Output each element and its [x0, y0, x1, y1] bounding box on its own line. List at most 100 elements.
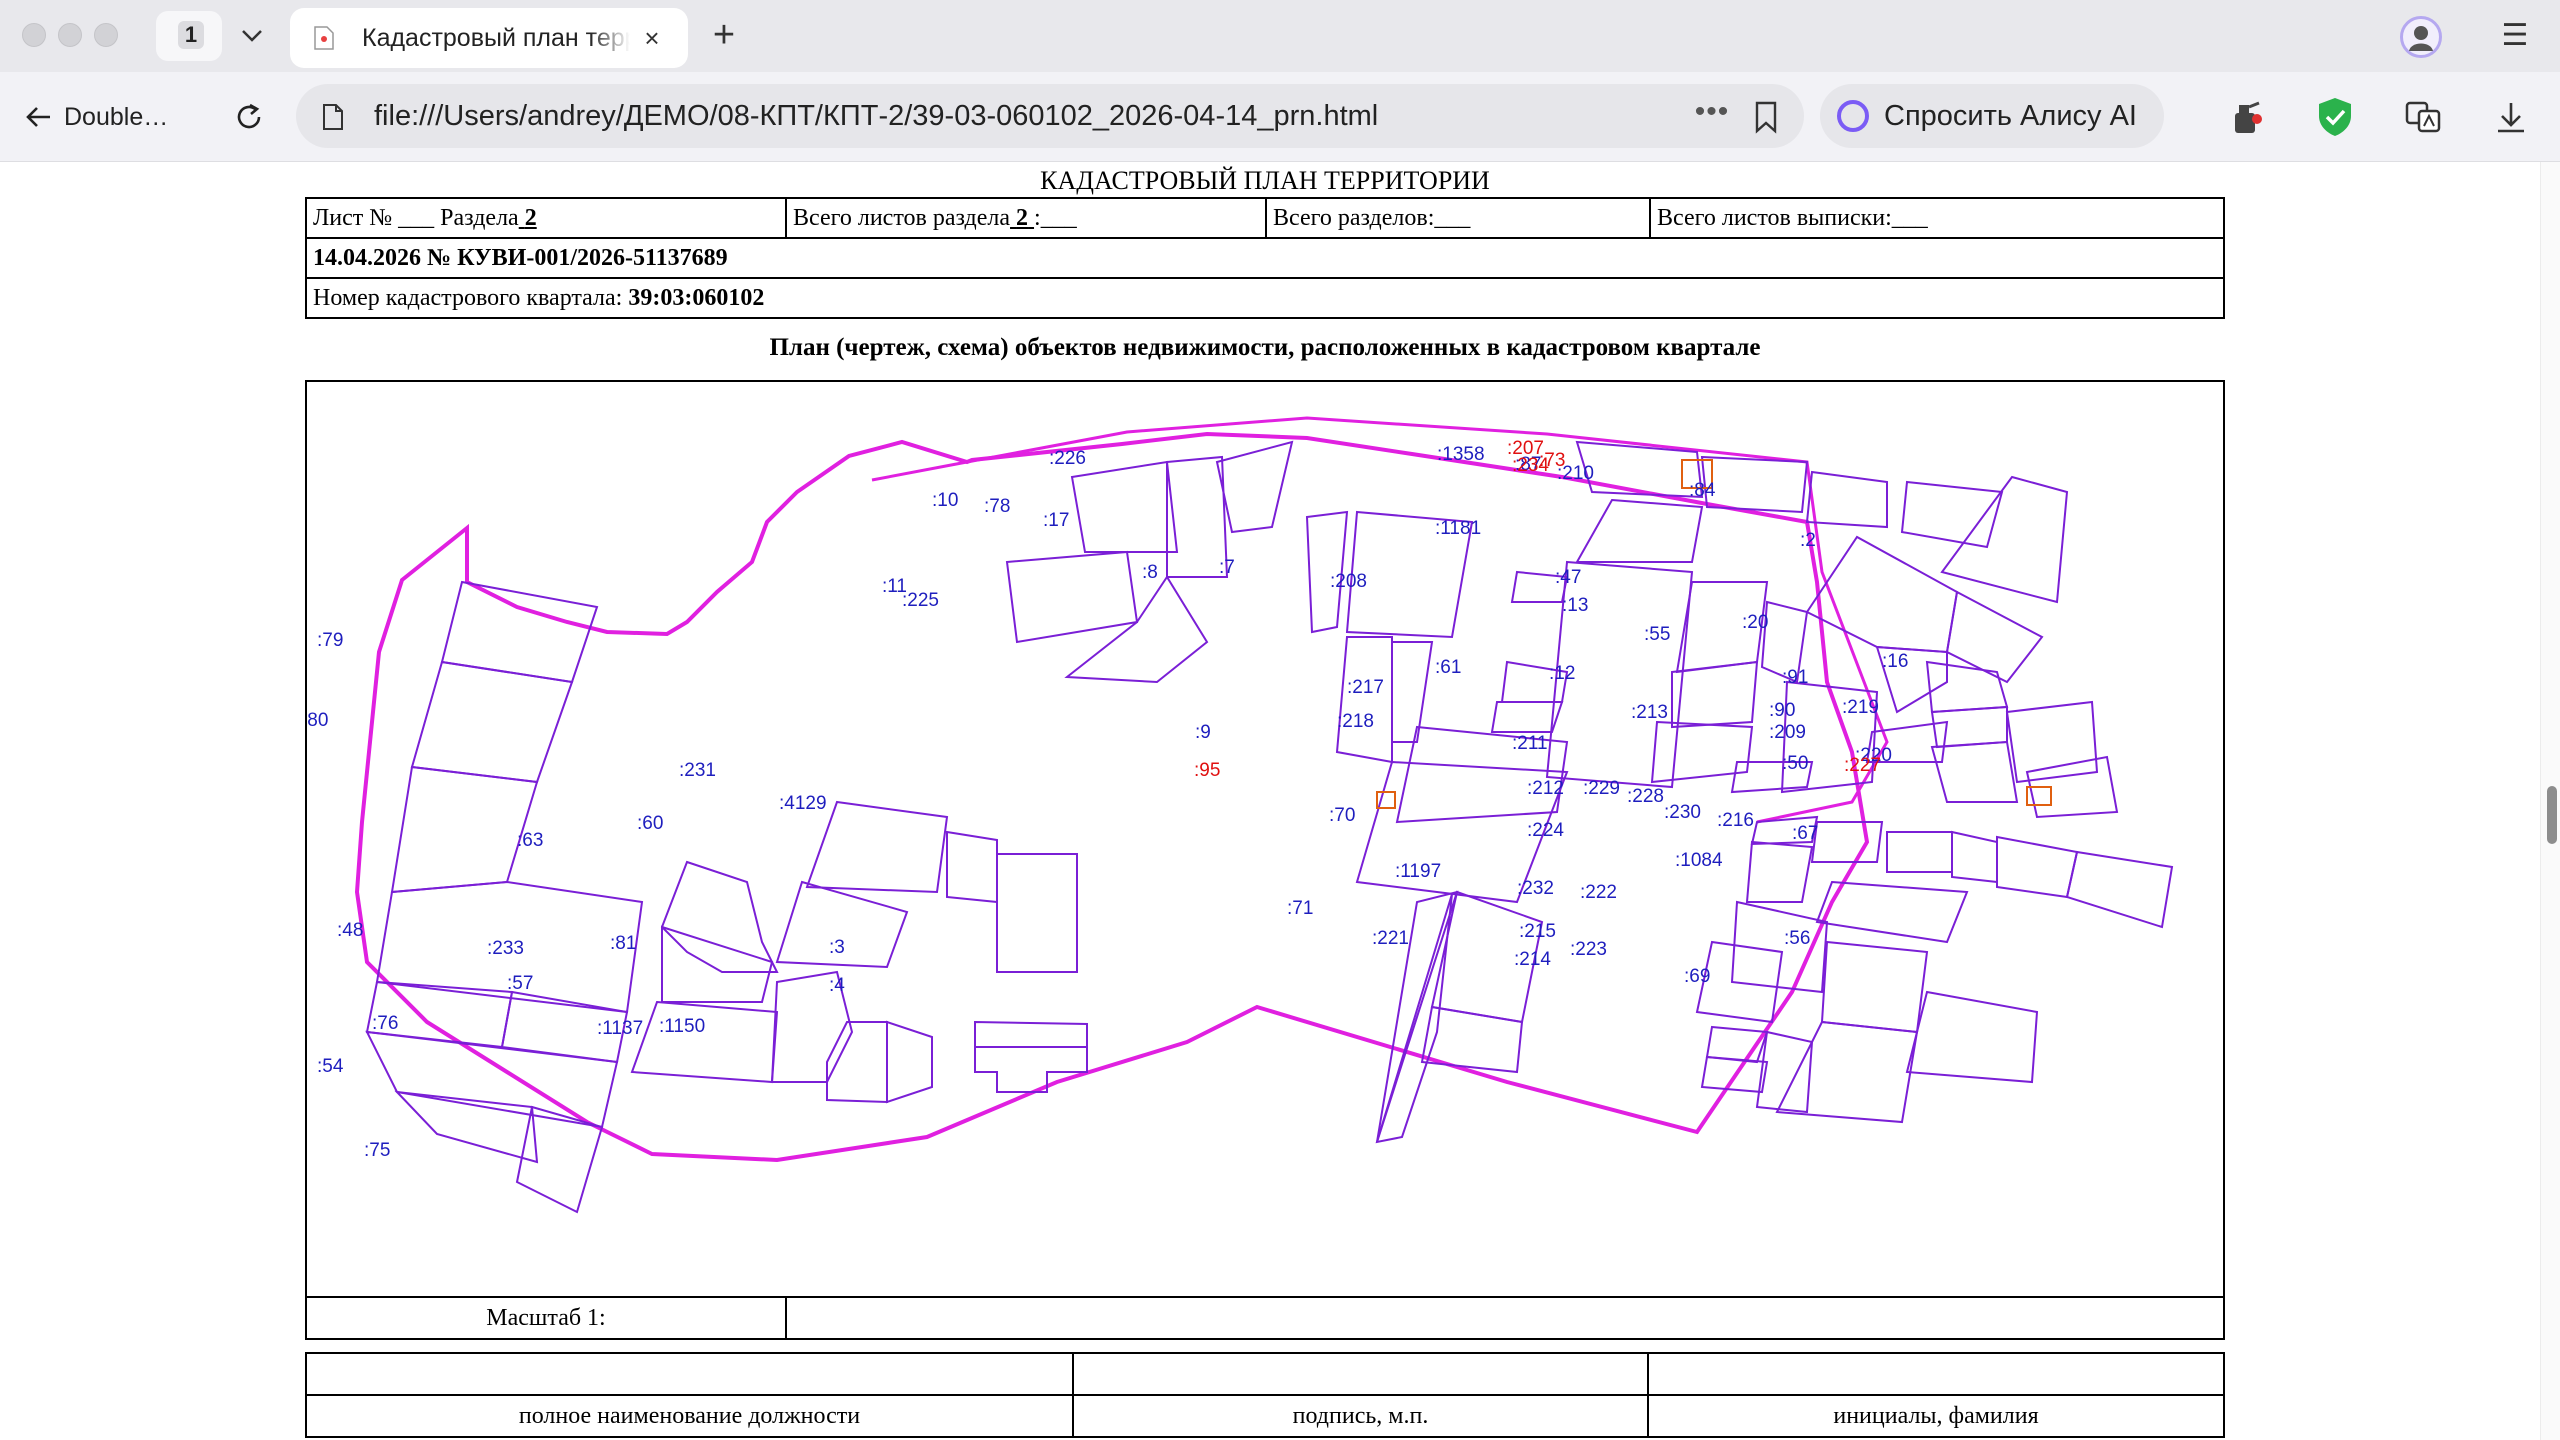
- parcel-label-218: :218: [1337, 711, 1374, 732]
- user-icon: [2409, 26, 2433, 51]
- parcel-label-3: :3: [829, 937, 845, 958]
- parcel-label-80: :80: [307, 710, 328, 731]
- ask-alice-label: Спросить Алису AI: [1884, 99, 2137, 132]
- chevron-down-icon: [242, 30, 262, 42]
- parcel-label-red-73: :73: [1539, 450, 1565, 471]
- parcel-label-48: :48: [337, 920, 363, 941]
- parcel-label-231: :231: [679, 760, 716, 781]
- tab-close-icon[interactable]: ×: [636, 22, 668, 54]
- profile-avatar[interactable]: [2400, 16, 2442, 58]
- parcel-label-8: :8: [1142, 562, 1158, 583]
- inner-boundary: [871, 416, 1889, 824]
- quarter-label: Номер кадастрового квартала:: [313, 284, 623, 311]
- parcel-label-90: :90: [1769, 700, 1795, 721]
- parcel-label-red-95: :95: [1194, 760, 1220, 781]
- parcel-label-60: :60: [637, 813, 663, 834]
- quarter-number: 39:03:060102: [628, 284, 765, 311]
- ask-alice-button[interactable]: Спросить Алису AI: [1820, 84, 2164, 148]
- tabs-dropdown-button[interactable]: [230, 14, 274, 58]
- parcel-label-20: :20: [1742, 612, 1768, 633]
- parcel-label-215: :215: [1519, 921, 1556, 942]
- tab-counter-button[interactable]: 1: [156, 11, 222, 61]
- translate-button[interactable]: [2400, 94, 2446, 140]
- reload-icon: [237, 103, 261, 129]
- parcel-label-230: :230: [1664, 802, 1701, 823]
- parcel-label-4129: :4129: [779, 793, 827, 814]
- parcel-label-17: :17: [1043, 510, 1069, 531]
- tab-counter-value: 1: [178, 21, 204, 49]
- sign-position-caption: полное наименование должности: [305, 1394, 1074, 1438]
- shield-icon: [2319, 98, 2351, 136]
- minimize-window-button[interactable]: [58, 23, 82, 47]
- bookmark-icon[interactable]: [1750, 100, 1782, 134]
- parcel-label-70: :70: [1329, 805, 1355, 826]
- sign-signature-field: [1072, 1352, 1649, 1396]
- total-sheets-section-value: 2: [1016, 204, 1029, 231]
- new-tab-button[interactable]: +: [702, 14, 746, 58]
- parcel-label-208: :208: [1330, 571, 1367, 592]
- parcel-label-10: :10: [932, 490, 958, 511]
- parcel-label-78: :78: [984, 496, 1010, 517]
- tab-title: Кадастровый план территории: [362, 24, 630, 52]
- parcel-label-69: :69: [1684, 966, 1710, 987]
- address-url[interactable]: file:///Users/andrey/ДЕМО/08-КПТ/КПТ-2/3…: [374, 100, 1378, 133]
- downloads-button[interactable]: [2488, 94, 2534, 140]
- parcel-label-61: :61: [1435, 657, 1461, 678]
- sign-position-field: [305, 1352, 1074, 1396]
- plan-caption: План (чертеж, схема) объектов недвижимос…: [769, 334, 1761, 361]
- document-title: КАДАСТРОВЫЙ ПЛАН ТЕРРИТОРИИ: [1040, 166, 1490, 195]
- protect-button[interactable]: [2312, 94, 2358, 140]
- more-icon[interactable]: •••: [1692, 97, 1732, 134]
- cadastral-plan-map: :79:80:51:48:77:76:54:74:75:63:233:57:11…: [307, 416, 2174, 1214]
- arrow-left-icon: [26, 107, 50, 127]
- parcel-label-red-227: :227: [1844, 755, 1881, 776]
- sheet-prefix: Лист №: [313, 204, 393, 231]
- parcel-label-13: :13: [1562, 595, 1588, 616]
- parcel-label-55: :55: [1644, 624, 1670, 645]
- tab-active[interactable]: Кадастровый план территории ×: [290, 8, 688, 68]
- parcel-label-223: :223: [1570, 939, 1607, 960]
- file-icon: [323, 104, 343, 130]
- scrollbar-thumb[interactable]: [2547, 786, 2557, 844]
- parcel-label-91: :91: [1782, 667, 1808, 688]
- parcel-label-209: :209: [1769, 722, 1806, 743]
- parcel-label-1181: :1181: [1435, 518, 1481, 539]
- parcel-label-47: :47: [1555, 567, 1581, 588]
- total-extract-sheets-cell: Всего листов выписки:___: [1649, 197, 2225, 239]
- tab-strip: 1 Кадастровый план территории × + ☰: [0, 0, 2560, 72]
- parcel-label-84: :84: [1689, 480, 1716, 501]
- parcel-label-222: :222: [1580, 882, 1617, 903]
- reload-button[interactable]: [224, 92, 274, 142]
- parcel-label-9: :9: [1195, 722, 1211, 743]
- total-sheets-prefix: Всего листов раздела: [793, 204, 1011, 231]
- section-number: 2: [524, 204, 537, 231]
- parcel-label-217: :217: [1347, 677, 1384, 698]
- download-icon: [2498, 103, 2524, 133]
- extensions-button[interactable]: [2222, 94, 2268, 140]
- back-button-label: Double…: [64, 102, 169, 131]
- zoom-window-button[interactable]: [94, 23, 118, 47]
- translate-icon: [2405, 101, 2441, 133]
- parcel-label-50: :50: [1782, 753, 1808, 774]
- total-sheets-section-cell: Всего листов раздела 2 :___: [785, 197, 1267, 239]
- close-window-button[interactable]: [22, 23, 46, 47]
- plan-frame: :79:80:51:48:77:76:54:74:75:63:233:57:11…: [305, 380, 2225, 1340]
- back-button[interactable]: Double…: [24, 92, 194, 142]
- parcel-label-75: :75: [364, 1140, 390, 1161]
- vertical-scrollbar[interactable]: [2540, 162, 2560, 1440]
- parcel-label-214: :214: [1514, 949, 1551, 970]
- parcel-label-232: :232: [1517, 878, 1554, 899]
- parcel-label-225: :225: [902, 590, 939, 611]
- parcel-label-216: :216: [1717, 810, 1754, 831]
- parcel-label-212: :212: [1527, 778, 1564, 799]
- parcel-label-224: :224: [1527, 820, 1564, 841]
- parcel-label-221: :221: [1372, 928, 1409, 949]
- address-bar[interactable]: file:///Users/andrey/ДЕМО/08-КПТ/КПТ-2/3…: [296, 84, 1804, 148]
- parcel-label-211: :211: [1512, 733, 1548, 754]
- spray-bottle-icon: [2235, 101, 2262, 133]
- section-prefix: Раздела: [440, 204, 519, 231]
- sign-signature-caption: подпись, м.п.: [1072, 1394, 1649, 1438]
- parcel-label-79: :79: [317, 630, 343, 651]
- parcel-label-4: :4: [829, 975, 845, 996]
- menu-icon[interactable]: ☰: [2498, 20, 2532, 54]
